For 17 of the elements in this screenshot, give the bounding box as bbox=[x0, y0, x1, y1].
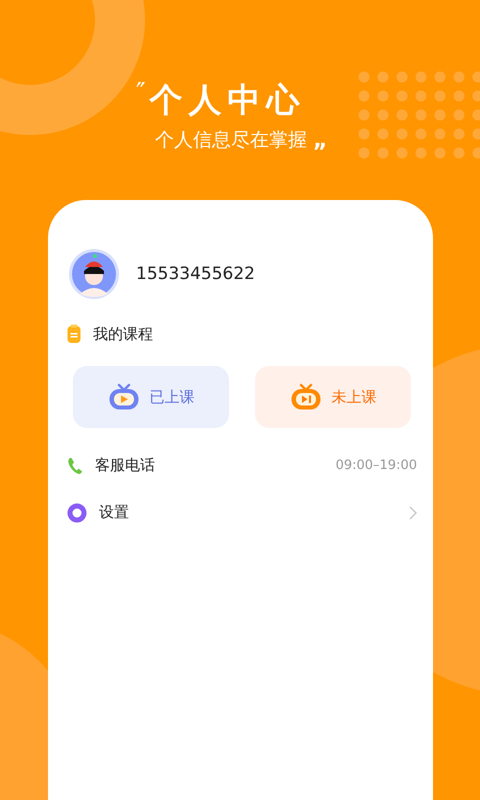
menu-item[interactable]: 客服电话 09:00–19:00 bbox=[48, 442, 433, 489]
chevron-right-icon bbox=[409, 506, 417, 520]
page-subtitle: 个人信息尽在掌握 bbox=[155, 128, 307, 152]
avatar-icon[interactable] bbox=[68, 248, 120, 300]
tv-icon bbox=[290, 383, 322, 411]
phone-number: 15533455622 bbox=[136, 264, 255, 284]
settings-icon bbox=[67, 502, 87, 522]
page-title: 个人中心 bbox=[150, 80, 306, 120]
tv-icon bbox=[108, 383, 140, 411]
backpack-icon bbox=[67, 324, 81, 344]
quote-mark: ″ bbox=[136, 80, 146, 106]
phone-icon bbox=[67, 456, 83, 476]
course-button[interactable]: 已上课 bbox=[73, 366, 229, 428]
section-title: 我的课程 bbox=[93, 324, 153, 344]
service-hours: 09:00–19:00 bbox=[336, 458, 417, 473]
quote-mark: „ bbox=[313, 130, 328, 152]
menu-item[interactable]: 设置 bbox=[48, 489, 433, 536]
